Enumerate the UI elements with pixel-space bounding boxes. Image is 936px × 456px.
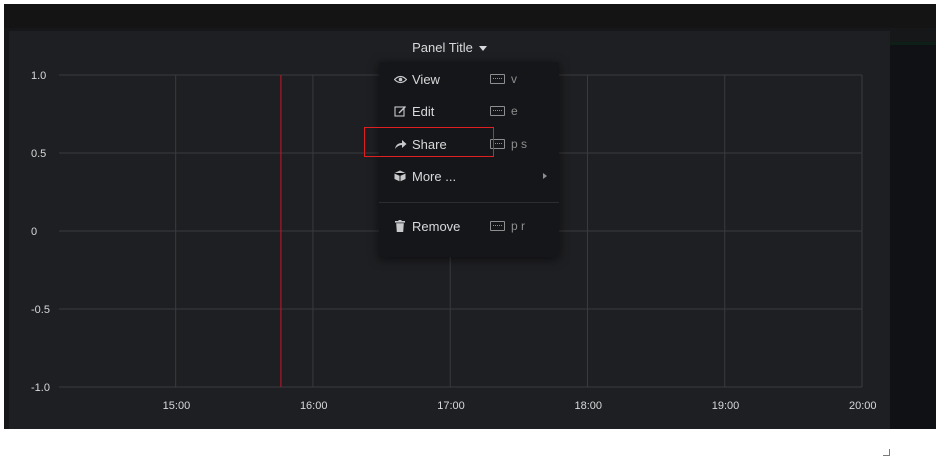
x-tick-label: 15:00 (163, 400, 191, 412)
edit-icon (393, 104, 407, 118)
shortcut-keys: e (511, 104, 518, 118)
x-tick-label: 19:00 (712, 400, 740, 412)
resize-handle[interactable] (883, 449, 890, 456)
x-tick-label: 20:00 (849, 400, 877, 412)
menu-item-label: More ... (412, 168, 457, 184)
y-tick-label: 0.5 (31, 148, 46, 160)
menu-item-view[interactable]: View v (379, 63, 559, 95)
trash-icon (393, 219, 407, 233)
cube-icon (393, 169, 407, 183)
eye-icon (393, 72, 407, 86)
shortcut-hint: v (490, 72, 517, 86)
panel-menu: View v Edit e Share p s More ... Remove … (379, 62, 559, 257)
shortcut-hint: e (490, 104, 518, 118)
shortcut-keys: p r (511, 219, 526, 233)
menu-item-more[interactable]: More ... (379, 160, 559, 192)
top-bar (4, 4, 936, 28)
shortcut-hint: p r (490, 219, 525, 233)
x-tick-label: 17:00 (437, 400, 465, 412)
y-tick-label: 0 (31, 226, 37, 238)
keyboard-icon (490, 106, 505, 116)
menu-item-edit[interactable]: Edit e (379, 95, 559, 127)
y-tick-label: -1.0 (31, 382, 50, 394)
dashboard-frame: 1.0 0.5 0 -0.5 -1.0 15:00 16:00 17:00 18:00 19:00… (4, 4, 936, 456)
panel-title: Panel Title (412, 40, 473, 55)
keyboard-icon (490, 74, 505, 84)
right-sidebar-strip (890, 42, 936, 429)
menu-divider (379, 202, 559, 203)
shortcut-hint: p s (490, 137, 527, 151)
y-tick-label: -0.5 (31, 304, 50, 316)
shortcut-keys: v (511, 72, 517, 86)
shortcut-keys: p s (511, 137, 528, 151)
menu-item-remove[interactable]: Remove p r (379, 210, 559, 242)
keyboard-icon (490, 221, 505, 231)
panel-title-button[interactable]: Panel Title (412, 40, 487, 55)
panel-header: Panel Title (9, 39, 890, 57)
menu-item-label: Edit (412, 103, 435, 119)
graph-panel: 1.0 0.5 0 -0.5 -1.0 15:00 16:00 17:00 18:00 19:00… (9, 31, 890, 456)
x-tick-label: 16:00 (300, 400, 328, 412)
chevron-right-icon (543, 173, 547, 179)
chevron-down-icon (478, 45, 487, 51)
menu-item-label: View (412, 71, 440, 87)
y-tick-label: 1.0 (31, 70, 46, 82)
menu-item-label: Remove (412, 218, 461, 234)
x-tick-label: 18:00 (574, 400, 602, 412)
edit-highlight-box (364, 127, 494, 157)
